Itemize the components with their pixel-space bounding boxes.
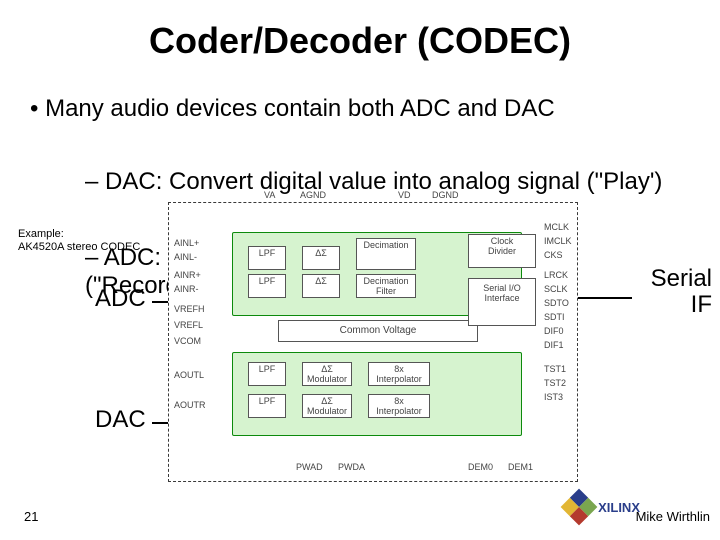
pin-sdti: SDTI (544, 312, 565, 322)
pin-dif0: DIF0 (544, 326, 564, 336)
xilinx-logo: XILINX (566, 494, 640, 520)
interpolator-box: 8x Interpolator (368, 394, 430, 418)
pin-dem0: DEM0 (468, 462, 493, 472)
pin-vd: VD (398, 190, 411, 200)
bullet-level2-dac: – DAC: Convert digital value into analog… (85, 168, 695, 196)
pin-dem1: DEM1 (508, 462, 533, 472)
pin-va: VA (264, 190, 275, 200)
pin-dgnd: DGND (432, 190, 459, 200)
pin-ainl-plus: AINL+ (174, 238, 199, 248)
pin-pwda: PWDA (338, 462, 365, 472)
dac-callout-label: DAC (95, 406, 146, 434)
pin-vrefh: VREFH (174, 304, 205, 314)
decimation-box: Decimation (356, 238, 416, 270)
pin-tst1: TST1 (544, 364, 566, 374)
serial-io-box: Serial I/O Interface (468, 278, 536, 326)
pin-lrck: LRCK (544, 270, 568, 280)
bullet-level1: Many audio devices contain both ADC and … (30, 95, 690, 123)
author-name: Mike Wirthlin (636, 509, 710, 524)
adc-callout-label: ADC (95, 285, 146, 313)
pin-mclk: MCLK (544, 222, 569, 232)
example-line2: AK4520A stereo CODEC (18, 241, 140, 253)
pin-aoutr: AOUTR (174, 400, 206, 410)
common-voltage-box: Common Voltage (278, 320, 478, 342)
pin-pwad: PWAD (296, 462, 323, 472)
pin-sclk: SCLK (544, 284, 568, 294)
page-number: 21 (24, 509, 38, 524)
codec-block-diagram: Common Voltage Serial I/O Interface Cloc… (168, 202, 578, 482)
ds-modulator-box: ΔΣ Modulator (302, 362, 352, 386)
pin-agnd: AGND (300, 190, 326, 200)
xilinx-logo-icon (561, 489, 598, 526)
serial-if-label: Serial IF (632, 266, 712, 319)
interpolator-box: 8x Interpolator (368, 362, 430, 386)
lpf-box: LPF (248, 394, 286, 418)
example-line1: Example: (18, 228, 64, 240)
pin-cks: CKS (544, 250, 563, 260)
pin-imclk: IMCLK (544, 236, 572, 246)
lpf-box: LPF (248, 362, 286, 386)
slide-title: Coder/Decoder (CODEC) (0, 20, 720, 62)
slide: Coder/Decoder (CODEC) Many audio devices… (0, 0, 720, 540)
example-text: Example: AK4520A stereo CODEC (18, 228, 168, 254)
pin-vcom: VCOM (174, 336, 201, 346)
pin-ainr-plus: AINR+ (174, 270, 201, 280)
pin-dif1: DIF1 (544, 340, 564, 350)
clock-divider-box: Clock Divider (468, 234, 536, 268)
decimation-filter-box: Decimation Filter (356, 274, 416, 298)
pin-aoutl: AOUTL (174, 370, 204, 380)
pin-ist3: IST3 (544, 392, 563, 402)
delta-sigma-box: ΔΣ (302, 246, 340, 270)
pin-vrefl: VREFL (174, 320, 203, 330)
xilinx-logo-text: XILINX (598, 500, 640, 515)
lpf-box: LPF (248, 274, 286, 298)
pin-sdto: SDTO (544, 298, 569, 308)
lpf-box: LPF (248, 246, 286, 270)
delta-sigma-box: ΔΣ (302, 274, 340, 298)
pin-tst2: TST2 (544, 378, 566, 388)
pin-ainl-minus: AINL- (174, 252, 197, 262)
pin-ainr-minus: AINR- (174, 284, 199, 294)
ds-modulator-box: ΔΣ Modulator (302, 394, 352, 418)
